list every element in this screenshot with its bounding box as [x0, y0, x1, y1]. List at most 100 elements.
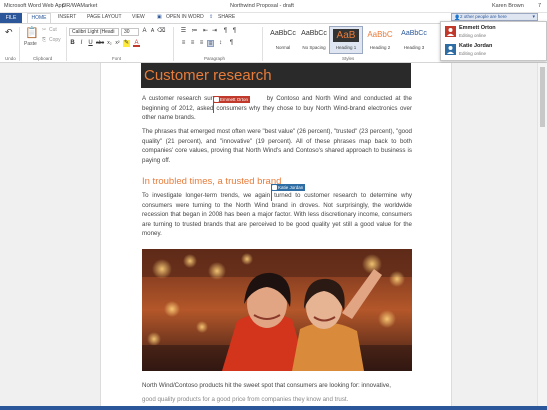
paragraph-3[interactable]: To investigate longer-term trends, we ag… [142, 191, 412, 239]
avatar-icon [445, 44, 456, 55]
style-heading-3[interactable]: AaBbCc Heading 3 [397, 26, 431, 54]
paste-button[interactable]: Paste [24, 41, 37, 47]
document-canvas: Customer research A customer research su… [0, 63, 547, 406]
increase-indent-icon[interactable]: ⇥ [211, 28, 218, 35]
app-name: Microsoft Word Web App [4, 3, 65, 9]
coauthor-cursor [213, 103, 214, 113]
style-name: Heading 1 [335, 45, 357, 50]
coauthor-name: Katie Jordan [459, 43, 493, 49]
paragraph-text: A customer research sur [142, 95, 213, 102]
tab-share[interactable]: SHARE [218, 14, 235, 20]
breadcrumb[interactable]: OR/WAMarket [62, 3, 97, 9]
divider [19, 27, 20, 61]
coauthor-name: Emmett Orton [459, 25, 496, 31]
font-color-icon[interactable]: A [133, 40, 140, 47]
copy-icon[interactable]: ⎘ [42, 37, 46, 43]
tab-open-in-word[interactable]: OPEN IN WORD [166, 14, 204, 20]
coauthor-cursor [271, 191, 272, 201]
cursor-tag-name: Emmett Orton [220, 97, 249, 102]
underline-button[interactable]: U [87, 40, 94, 47]
font-name-select[interactable]: Calibri Light (Headi [69, 28, 119, 36]
undo-group-label: Undo [5, 56, 16, 61]
title-bar: Microsoft Word Web App OR/WAMarket North… [0, 0, 547, 13]
document-heading[interactable]: Customer research [141, 63, 411, 88]
grow-font-icon[interactable]: A [141, 28, 148, 35]
strikethrough-icon[interactable]: abc [96, 40, 104, 47]
ltr-icon[interactable]: ¶ [222, 28, 229, 35]
clear-format-icon[interactable]: ⌫ [157, 28, 165, 35]
coauthor-item[interactable]: Emmett Orton Editing online [445, 25, 545, 41]
align-right-icon[interactable]: ≡ [198, 40, 205, 47]
coauthor-cursor-tag: Katie Jordan [271, 184, 306, 191]
coauthor-item[interactable]: Katie Jordan Editing online [445, 43, 545, 59]
style-sample: AaBbCc [401, 30, 427, 37]
justify-icon[interactable]: ≡ [207, 40, 214, 47]
vertical-scrollbar[interactable] [537, 63, 547, 406]
person-icon [272, 185, 277, 190]
style-name: Normal [275, 45, 291, 50]
coauthors-button[interactable]: 👤 2 other people are here ▾ [451, 13, 538, 21]
rtl-icon[interactable]: ¶ [231, 28, 238, 35]
section-heading[interactable]: In troubled times, a trusted brand [142, 176, 281, 187]
numbering-icon[interactable]: ≔ [191, 28, 198, 35]
paste-icon[interactable]: 📋 [25, 27, 39, 39]
font-size-select[interactable]: 30 [121, 28, 139, 36]
status-bar [0, 406, 547, 410]
tab-home[interactable]: HOME [27, 13, 51, 23]
page-indicator: 7 [538, 3, 542, 9]
style-sample: AaBbC [367, 30, 393, 39]
shrink-font-icon[interactable]: A [149, 28, 156, 35]
styles-group-label: Styles [342, 56, 355, 61]
font-group-label: Font [112, 56, 122, 61]
bullets-icon[interactable]: ☰ [180, 28, 187, 35]
undo-icon[interactable]: ↶ [5, 28, 13, 37]
line-spacing-icon[interactable]: ↕ [217, 40, 224, 47]
tab-page-layout[interactable]: PAGE LAYOUT [87, 14, 122, 20]
italic-button[interactable]: I [78, 40, 85, 47]
cut-icon[interactable]: ✂ [42, 27, 46, 33]
tab-insert[interactable]: INSERT [58, 14, 76, 20]
decrease-indent-icon[interactable]: ⇤ [202, 28, 209, 35]
show-formatting-icon[interactable]: ¶ [228, 40, 235, 47]
style-heading-2[interactable]: AaBbC Heading 2 [363, 26, 397, 54]
align-left-icon[interactable]: ≡ [180, 40, 187, 47]
open-in-word-icon[interactable]: ▣ [157, 14, 162, 20]
document-photo[interactable] [142, 249, 412, 371]
scrollbar-thumb[interactable] [540, 67, 545, 127]
user-name[interactable]: Karen Brown [492, 3, 524, 9]
document-title: Northwind Proposal - draft [230, 3, 294, 9]
paragraph-2[interactable]: The phrases that emerged most often were… [142, 127, 412, 165]
style-normal[interactable]: AaBbCc Normal [266, 26, 300, 54]
highlight-icon[interactable]: ✎ [123, 40, 130, 47]
align-center-icon[interactable]: ≡ [189, 40, 196, 47]
share-icon[interactable]: ⇪ [209, 14, 213, 20]
style-name: No Spacing [302, 45, 326, 50]
coauthor-status: Editing online [459, 51, 487, 56]
cut-button[interactable]: Cut [49, 27, 57, 33]
paragraph-1[interactable]: A customer research sur by Contoso and No… [142, 94, 412, 123]
paragraph-group-label: Paragraph [204, 56, 226, 61]
copy-button[interactable]: Copy [49, 37, 61, 43]
paragraph-4[interactable]: North Wind/Contoso products hit the swee… [142, 381, 412, 391]
style-sample: AaBbCc [301, 30, 327, 37]
coauthor-status: Editing online [459, 33, 487, 38]
tab-file[interactable]: FILE [0, 13, 22, 23]
style-name: Heading 2 [369, 45, 391, 50]
coauthors-label: 2 other people are here [460, 14, 507, 19]
style-sample: AaBbCc [270, 30, 296, 37]
style-sample: AaB [333, 29, 359, 42]
cursor-tag-name: Katie Jordan [278, 185, 304, 190]
superscript-icon[interactable]: x² [114, 40, 121, 47]
avatar-icon [445, 26, 456, 37]
paragraph-5[interactable]: good quality products for a good price f… [142, 395, 412, 405]
subscript-icon[interactable]: x₂ [106, 40, 113, 47]
person-icon [214, 97, 219, 102]
tab-view[interactable]: VIEW [132, 14, 145, 20]
style-no-spacing[interactable]: AaBbCc No Spacing [297, 26, 331, 54]
coauthors-popup: Emmett Orton Editing online Katie Jordan… [440, 21, 547, 61]
style-name: Heading 3 [403, 45, 425, 50]
style-heading-1[interactable]: AaB Heading 1 [329, 26, 363, 54]
document-page[interactable]: Customer research A customer research su… [100, 63, 452, 406]
bold-button[interactable]: B [69, 40, 76, 47]
paragraph-text: To investigate longer-term trends, we ag… [142, 192, 271, 199]
